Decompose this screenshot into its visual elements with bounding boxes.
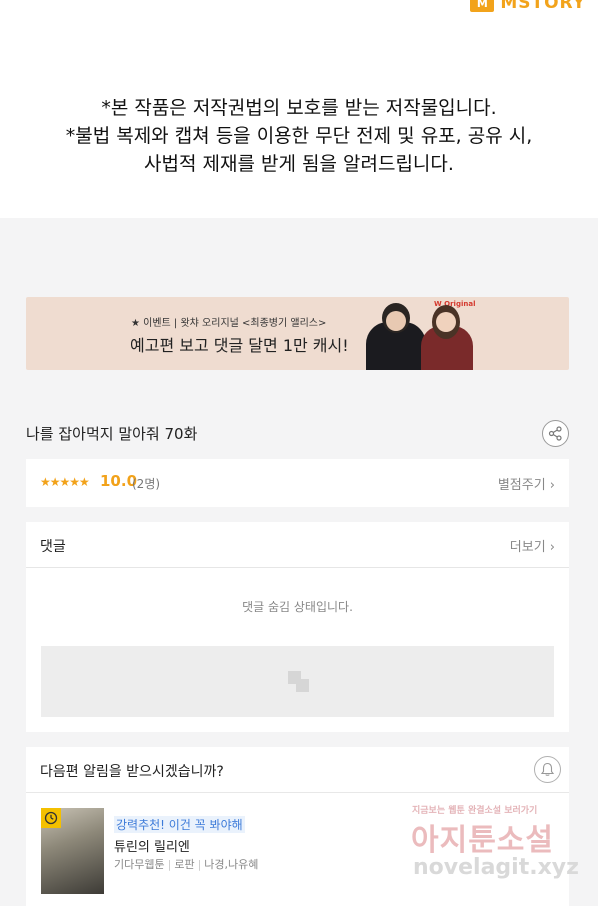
divider (26, 792, 569, 793)
rating-card: ★★★★★ 10.0 (2명) 별점주기 › (26, 459, 569, 507)
rating-stars-icon: ★★★★★ (40, 475, 90, 489)
notice-line: *불법 복제와 캡쳐 등을 이용한 무단 전제 및 유포, 공유 시, (65, 125, 533, 147)
recommendation-author: 나경,나유혜 (204, 858, 259, 871)
comment-input-area[interactable] (41, 646, 554, 717)
logo: M MSTORY (470, 0, 586, 14)
share-button[interactable] (542, 420, 569, 447)
comment-title: 댓글 (40, 539, 66, 555)
event-banner[interactable]: ★ 이벤트 | 왓챠 오리지널 <최종병기 앨리스> 예고편 보고 댓글 달면 … (26, 297, 569, 370)
logo-text: MSTORY (500, 0, 586, 13)
recommendation-meta: 기다무웹툰 | 로판 | 나경,나유혜 (114, 858, 259, 871)
comment-more-link[interactable]: 더보기 › (510, 536, 555, 555)
recommendation-title[interactable]: 튜린의 릴리엔 (114, 836, 190, 855)
comment-card: 댓글 더보기 › 댓글 숨김 상태입니다. (26, 522, 569, 732)
notice-line: 사법적 제재를 받게 됨을 알려드립니다. (144, 153, 454, 175)
alarm-button[interactable] (534, 756, 561, 783)
share-icon (548, 426, 562, 441)
alarm-card: 다음편 알림을 받으시겠습니까? 강력추천! 이건 꼭 봐야해 튜린의 릴리엔 … (26, 747, 569, 906)
recommendation-category: 기다무웹툰 (114, 858, 165, 871)
episode-title: 나를 잡아먹지 말아줘 70화 (26, 425, 198, 443)
clock-icon (41, 808, 61, 828)
comment-hidden-message: 댓글 숨김 상태입니다. (242, 600, 353, 614)
comment-placeholder-icon (288, 671, 309, 692)
rating-count: (2명) (132, 477, 161, 491)
banner-event-label: ★ 이벤트 | 왓챠 오리지널 <최종병기 앨리스> (131, 318, 327, 329)
recommendation-thumbnail[interactable] (41, 808, 104, 894)
recommendation-genre: 로판 (174, 858, 195, 871)
logo-mark-icon: M (470, 0, 495, 12)
bell-icon (540, 762, 555, 776)
copyright-notice: *본 작품은 저작권법의 보호를 받는 저작물입니다. *불법 복제와 캡쳐 등… (0, 94, 598, 178)
banner-headline: 예고편 보고 댓글 달면 1만 캐시! (130, 336, 349, 355)
alarm-title: 다음편 알림을 받으시겠습니까? (40, 764, 224, 780)
notice-line: *본 작품은 저작권법의 보호를 받는 저작물입니다. (101, 97, 497, 119)
rate-button[interactable]: 별점주기 › (498, 474, 555, 493)
recommendation-tag: 강력추천! 이건 꼭 봐야해 (114, 816, 245, 833)
comment-header: 댓글 더보기 › (26, 522, 569, 568)
